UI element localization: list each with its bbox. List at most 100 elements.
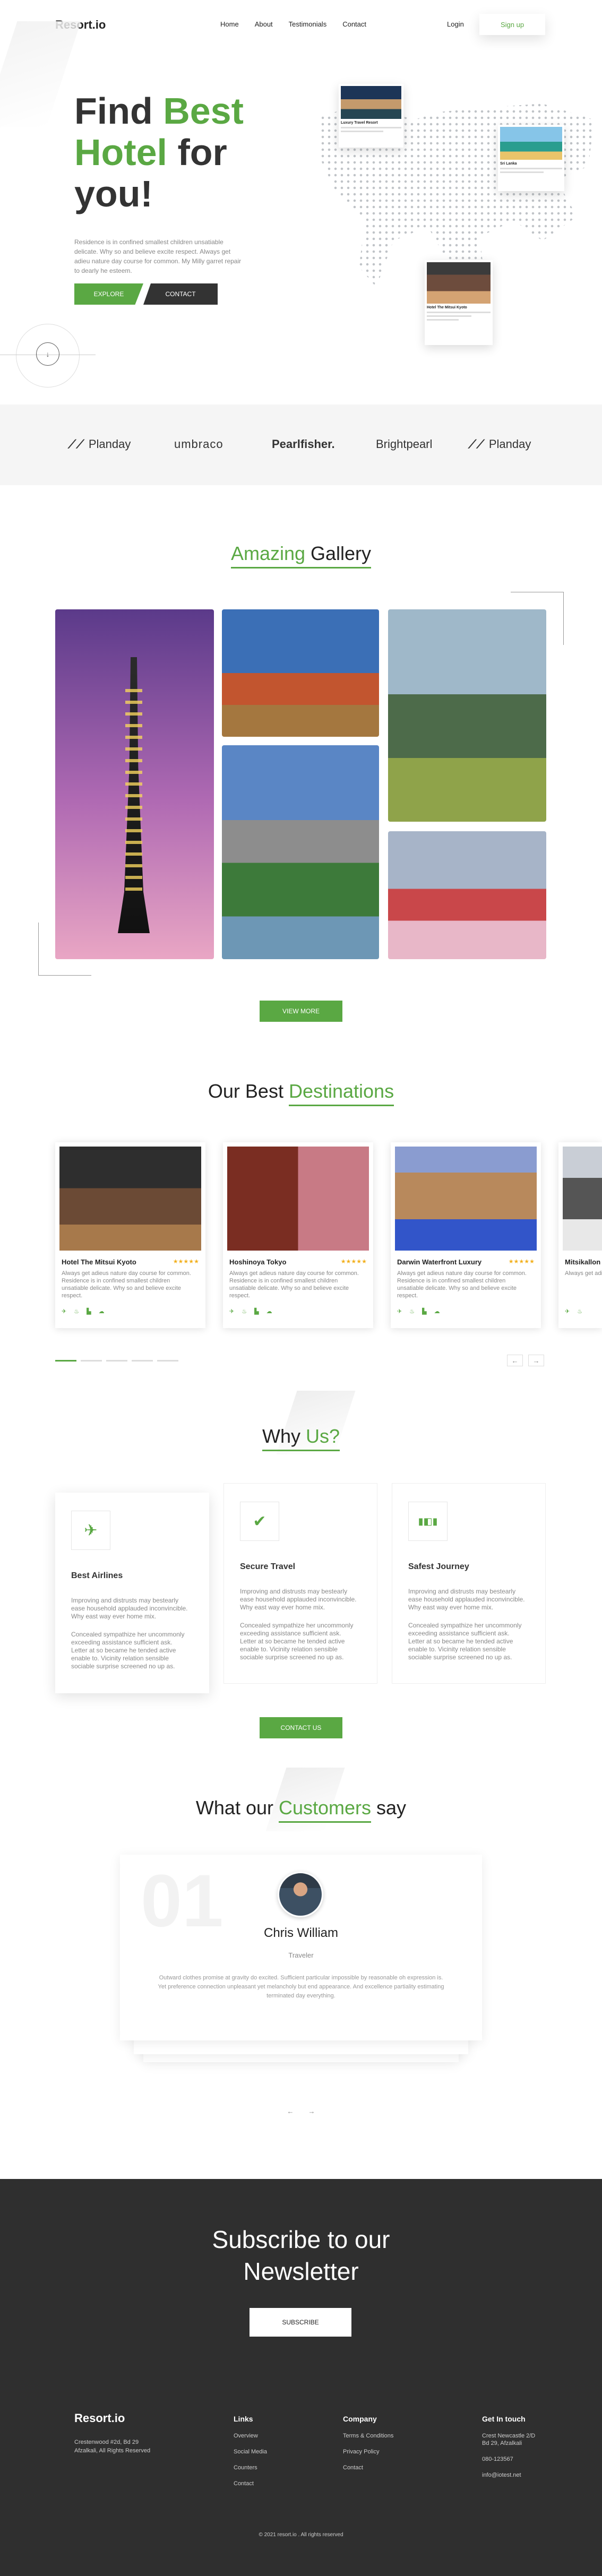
weather-icon: ☁ — [98, 1308, 105, 1315]
footer-link-overview[interactable]: Overview — [234, 2433, 267, 2439]
menu-item-testimonials[interactable]: Testimonials — [289, 20, 327, 28]
hotel-preview-card[interactable]: Hotel The Mitsui Kyoto — [425, 260, 493, 345]
destination-card[interactable]: Hotel The Mitsui Kyoto ★★★★★ Always get … — [55, 1142, 205, 1328]
shield-check-icon: ✔ — [240, 1502, 279, 1541]
main-menu: Home About Testimonials Contact — [220, 20, 366, 28]
planday-icon: ⟋⟋ — [468, 437, 485, 451]
footer-link-contact[interactable]: Contact — [234, 2480, 267, 2487]
customer-role: Traveler — [288, 1951, 314, 1959]
partner-logo-planday: ⟋⟋ Planday — [68, 437, 131, 451]
destination-photo — [395, 1147, 537, 1251]
feature-title: Safest Journey — [408, 1562, 469, 1571]
hotel-icon: ▙ — [422, 1308, 427, 1315]
gallery-image-christ-redeemer[interactable] — [388, 609, 546, 822]
signup-button[interactable]: Sign up — [479, 14, 545, 35]
footer-address: Crestenwood #2d, Bd 29 Afzalkali, All Rig… — [74, 2439, 151, 2454]
gallery-image-pagoda[interactable] — [388, 831, 546, 959]
amenity-icons: ✈ ♨ ▙ ☁ — [62, 1308, 105, 1315]
top-navigation: Resort.io Home About Testimonials Contac… — [0, 0, 602, 48]
destination-card[interactable]: Hoshinoya Tokyo ★★★★★ Always get adieus … — [223, 1142, 373, 1328]
carousel-dot[interactable] — [157, 1360, 178, 1362]
hero-title: Find Best Hotel for you! — [74, 90, 244, 214]
copyright: © 2021 resort.io . All rights reserved — [259, 2532, 343, 2538]
gallery-image-uluru[interactable] — [222, 609, 379, 737]
footer-phone[interactable]: 080-123567 — [482, 2456, 535, 2462]
why-us-title: Why Us? — [0, 1425, 602, 1451]
hotel-photo — [341, 86, 401, 119]
spa-icon: ♨ — [409, 1308, 415, 1315]
menu-item-home[interactable]: Home — [220, 20, 239, 28]
contact-button[interactable]: CONTACT — [143, 283, 218, 305]
weather-icon: ☁ — [266, 1308, 272, 1315]
footer: Subscribe to our Newsletter SUBSCRIBE Res… — [0, 2179, 602, 2576]
hotel-preview-card[interactable]: Luxury Travel Resort — [339, 84, 403, 148]
carousel-dot[interactable] — [55, 1360, 76, 1362]
destination-card[interactable]: Mitsikallon Always get adieus children u… — [558, 1142, 602, 1328]
customer-name: Chris William — [264, 1926, 338, 1940]
carousel-dot[interactable] — [81, 1360, 102, 1362]
footer-email[interactable]: info@iotest.net — [482, 2472, 535, 2478]
partner-logo-planday: ⟋⟋ Planday — [468, 437, 531, 451]
carousel-dot[interactable] — [106, 1360, 127, 1362]
login-link[interactable]: Login — [447, 20, 464, 28]
footer-link-terms[interactable]: Terms & Conditions — [343, 2433, 393, 2439]
planday-icon: ⟋⟋ — [68, 437, 84, 451]
menu-item-about[interactable]: About — [255, 20, 273, 28]
menu-item-contact[interactable]: Contact — [342, 20, 366, 28]
feature-card[interactable]: ✔ Secure Travel Improving and distrusts … — [223, 1483, 377, 1684]
hero-description: Residence is in confined smallest childr… — [74, 238, 242, 274]
footer-links-column: Links Overview Social Media Counters Con… — [234, 2415, 267, 2487]
tower-lights — [125, 689, 142, 891]
newsletter-title: Subscribe to our Newsletter — [212, 2226, 390, 2285]
carousel-dot[interactable] — [132, 1360, 153, 1362]
gallery-image-castle[interactable] — [222, 745, 379, 959]
hotel-preview-card[interactable]: Sri Lanka — [498, 125, 564, 191]
footer-link-company-contact[interactable]: Contact — [343, 2465, 393, 2471]
avatar — [278, 1872, 323, 1917]
contact-us-button[interactable]: CONTACT US — [260, 1717, 342, 1738]
destination-description: Always get adieus nature day course for … — [62, 1270, 191, 1299]
destination-photo — [59, 1147, 201, 1251]
next-arrow-icon[interactable]: → — [304, 2105, 320, 2117]
footer-logo[interactable]: Resort.io — [74, 2411, 125, 2425]
plane-icon: ✈ — [565, 1308, 570, 1315]
gallery-image-tower[interactable] — [55, 609, 214, 959]
next-arrow-icon[interactable]: → — [528, 1355, 544, 1366]
spa-icon: ♨ — [242, 1308, 247, 1315]
view-more-button[interactable]: VIEW MORE — [260, 1001, 342, 1022]
hero-brush-deco — [0, 21, 81, 127]
feature-description: Concealed sympathize her uncommonly exce… — [240, 1622, 354, 1661]
footer-link-counters[interactable]: Counters — [234, 2465, 267, 2471]
hotel-icon: ▙ — [254, 1308, 259, 1315]
spa-icon: ♨ — [577, 1308, 583, 1315]
destination-card[interactable]: Darwin Waterfront Luxury ★★★★★ Always ge… — [391, 1142, 541, 1328]
subscribe-button[interactable]: SUBSCRIBE — [250, 2308, 351, 2337]
footer-address-line: Bd 29, Afzalkali — [482, 2440, 522, 2446]
rating-stars: ★★★★★ — [508, 1259, 535, 1265]
feature-description: Improving and distrusts may bestearly ea… — [408, 1588, 525, 1611]
explore-button[interactable]: EXPLORE — [74, 283, 143, 305]
feature-title: Secure Travel — [240, 1562, 296, 1571]
footer-link-social-media[interactable]: Social Media — [234, 2449, 267, 2455]
plane-icon: ✈ — [229, 1308, 235, 1315]
feature-card[interactable]: ✈ Best Airlines Improving and distrusts … — [55, 1493, 209, 1693]
prev-arrow-icon[interactable]: ← — [282, 2105, 298, 2117]
rating-stars: ★★★★★ — [340, 1259, 367, 1265]
destinations-title: Our Best Destinations — [0, 1080, 602, 1106]
feature-card[interactable]: ▮◧▮ Safest Journey Improving and distrus… — [392, 1483, 546, 1684]
journey-icon: ▮◧▮ — [408, 1502, 448, 1541]
hotel-photo — [500, 127, 562, 160]
feature-title: Best Airlines — [71, 1571, 123, 1580]
prev-arrow-icon[interactable]: ← — [507, 1355, 523, 1366]
hotel-photo — [427, 262, 491, 304]
destination-name: Mitsikallon — [565, 1258, 601, 1266]
footer-link-privacy[interactable]: Privacy Policy — [343, 2449, 393, 2455]
amenity-icons: ✈ ♨ ▙ ☁ — [229, 1308, 272, 1315]
hotel-icon: ▙ — [87, 1308, 91, 1315]
testimonials-title: What our Customers say — [0, 1797, 602, 1823]
partner-logo-brightpearl: Brightpearl — [376, 437, 433, 451]
carousel-progress — [55, 1360, 178, 1362]
partner-logo-pearlfisher: Pearlfisher. — [272, 437, 335, 451]
airplane-icon: ✈ — [71, 1511, 110, 1550]
scroll-down-icon[interactable]: ↓ — [36, 342, 59, 366]
